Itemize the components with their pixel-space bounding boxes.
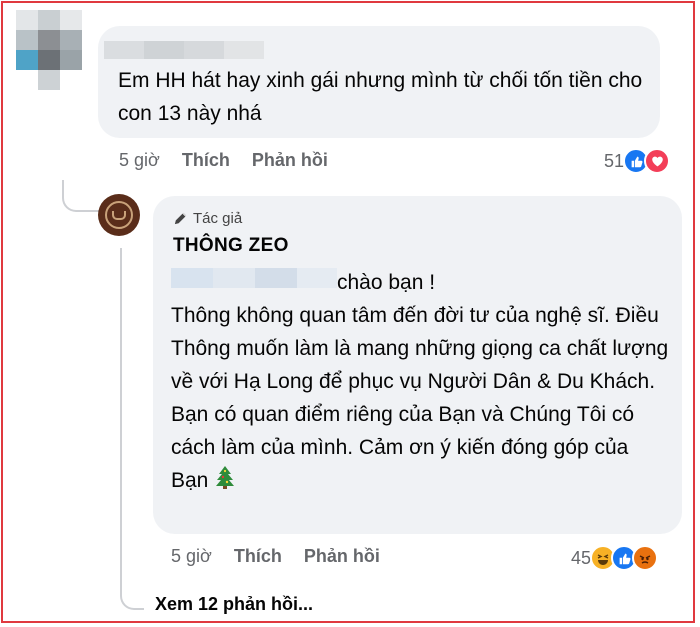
comment-actions: 5 giờ Thích Phản hồi <box>119 150 350 171</box>
reply-timestamp[interactable]: 5 giờ <box>171 546 212 567</box>
page-avatar[interactable] <box>98 194 140 236</box>
like-button[interactable]: Thích <box>234 546 282 567</box>
reply-button[interactable]: Phản hồi <box>304 546 380 567</box>
reply-actions: 5 giờ Thích Phản hồi <box>171 546 402 567</box>
like-button[interactable]: Thích <box>182 150 230 171</box>
comment-text: Em HH hát hay xinh gái nhưng mình từ chố… <box>118 69 643 125</box>
comment-timestamp[interactable]: 5 giờ <box>119 150 160 171</box>
view-more-replies-link[interactable]: Xem 12 phản hồi... <box>155 594 313 615</box>
angry-icon <box>632 545 659 571</box>
reply-button[interactable]: Phản hồi <box>252 150 328 171</box>
reaction-count: 51 <box>604 150 625 171</box>
mention-suffix: chào bạn ! <box>337 271 436 294</box>
author-badge: Tác giả <box>173 210 242 227</box>
love-icon <box>644 148 671 174</box>
thread-connector <box>62 180 100 212</box>
reply-text: chào bạn ! Thông không quan tâm đến đời … <box>171 266 671 497</box>
pencil-icon <box>174 212 187 225</box>
author-badge-label: Tác giả <box>193 210 243 227</box>
blurred-avatar[interactable] <box>16 10 82 90</box>
reaction-summary[interactable]: 45 <box>571 545 659 571</box>
reaction-count: 45 <box>571 547 592 568</box>
reaction-summary[interactable]: 51 <box>604 148 671 174</box>
blurred-commenter-name[interactable] <box>104 41 264 59</box>
thread-connector <box>120 248 144 610</box>
reply-body: Thông không quan tâm đến đời tư của nghệ… <box>171 304 669 492</box>
reply-author-name[interactable]: THÔNG ZEO <box>173 235 289 257</box>
christmas-tree-icon <box>216 466 235 489</box>
